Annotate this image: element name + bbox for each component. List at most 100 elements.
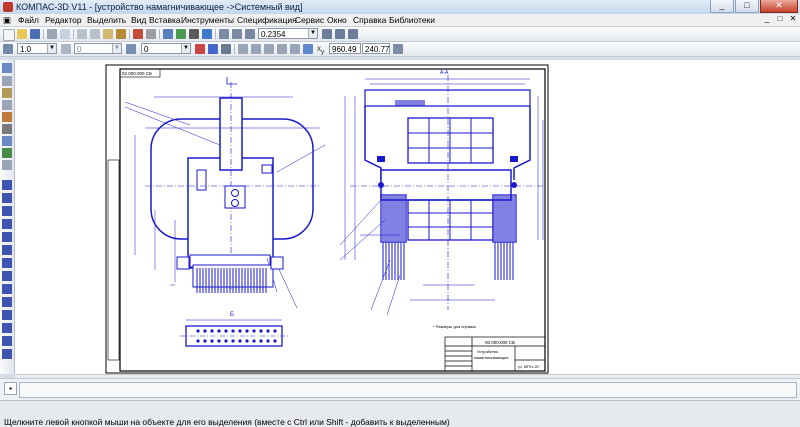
print-icon[interactable] bbox=[47, 29, 57, 39]
menu-editor[interactable]: Редактор bbox=[45, 14, 82, 26]
notation-icon[interactable] bbox=[2, 88, 12, 98]
core-body bbox=[187, 157, 274, 269]
menu-select[interactable]: Выделить bbox=[87, 14, 126, 26]
undo-icon[interactable] bbox=[133, 29, 143, 39]
refresh-icon[interactable] bbox=[335, 29, 345, 39]
menu-window[interactable]: Окно bbox=[327, 14, 347, 26]
property-field[interactable] bbox=[19, 382, 797, 398]
select-icon[interactable] bbox=[2, 136, 12, 146]
edit-icon[interactable] bbox=[2, 100, 12, 110]
chamfer-icon[interactable] bbox=[2, 310, 12, 320]
drawing-canvas[interactable]: 02.000.000 СБ Б А-А * Размеры для справо… bbox=[15, 60, 800, 374]
local-cs-icon[interactable] bbox=[290, 44, 300, 54]
rectangle-icon[interactable] bbox=[2, 245, 12, 255]
chevron-down-icon[interactable]: ▼ bbox=[47, 44, 56, 53]
library-manager-icon[interactable] bbox=[189, 29, 199, 39]
circle-icon[interactable] bbox=[2, 206, 12, 216]
variables-fx-icon[interactable] bbox=[176, 29, 186, 39]
layer-icon[interactable] bbox=[126, 44, 136, 54]
measure-icon[interactable] bbox=[2, 124, 12, 134]
kompas-app-icon[interactable] bbox=[3, 2, 13, 12]
menu-service[interactable]: Сервис bbox=[295, 14, 324, 26]
round-icon[interactable] bbox=[251, 44, 261, 54]
ortho-icon[interactable] bbox=[238, 44, 248, 54]
title-bar: КОМПАС-3D V11 - [устройство намагничиваю… bbox=[0, 0, 800, 15]
contour-icon[interactable] bbox=[2, 323, 12, 333]
spec-icon[interactable] bbox=[2, 148, 12, 158]
menu-file[interactable]: Файл bbox=[18, 14, 39, 26]
print-preview-icon[interactable] bbox=[60, 29, 70, 39]
hatch-icon[interactable] bbox=[2, 284, 12, 294]
magnet-snap-icon[interactable] bbox=[195, 44, 205, 54]
redo-icon[interactable] bbox=[146, 29, 156, 39]
drawing-sheet[interactable]: 02.000.000 СБ Б А-А * Размеры для справо… bbox=[15, 60, 800, 374]
geometry-icon[interactable] bbox=[2, 63, 12, 73]
state-icon[interactable] bbox=[61, 44, 71, 54]
fillet-icon[interactable] bbox=[2, 297, 12, 307]
zoom-window-icon[interactable] bbox=[219, 29, 229, 39]
paste-icon[interactable] bbox=[103, 29, 113, 39]
pin-icon[interactable]: ▪ bbox=[4, 382, 17, 395]
stamp-code: 02.000.000 СБ bbox=[122, 71, 152, 76]
ellipse-icon[interactable] bbox=[2, 232, 12, 242]
zoom-in-icon[interactable] bbox=[232, 29, 242, 39]
section-label: А-А bbox=[440, 70, 449, 76]
dimensions-icon[interactable] bbox=[2, 76, 12, 86]
new-document-icon[interactable] bbox=[3, 29, 15, 41]
scale-combo[interactable]: 1.0 ▼ bbox=[17, 43, 57, 54]
spline-icon[interactable] bbox=[2, 271, 12, 281]
chevron-down-icon[interactable]: ▼ bbox=[112, 44, 121, 53]
minimize-button[interactable]: _ bbox=[710, 0, 734, 13]
zoom-combo[interactable]: 0.2354 ▼ bbox=[258, 28, 318, 39]
save-icon[interactable] bbox=[30, 29, 40, 39]
view-label: Б bbox=[230, 312, 234, 318]
state-combo[interactable]: 0 ▼ bbox=[74, 43, 122, 54]
menu-doc-icon[interactable]: ▣ bbox=[3, 14, 11, 26]
chevron-down-icon[interactable]: ▼ bbox=[308, 29, 317, 38]
grid-icon[interactable] bbox=[221, 44, 231, 54]
menu-insert[interactable]: Вставка bbox=[149, 14, 181, 26]
parameters-icon[interactable] bbox=[2, 112, 12, 122]
open-folder-icon[interactable] bbox=[17, 29, 27, 39]
menu-view[interactable]: Вид bbox=[131, 14, 146, 26]
format-brush-icon[interactable] bbox=[116, 29, 126, 39]
line-style-icon[interactable] bbox=[3, 44, 13, 54]
menu-help[interactable]: Справка bbox=[353, 14, 386, 26]
current-state-toolbar: 1.0 ▼ 0 ▼ 0 ▼ xy 960.49 240.77 bbox=[0, 42, 800, 57]
point-icon[interactable] bbox=[2, 180, 12, 190]
standard-toolbar: 0.2354 ▼ bbox=[0, 27, 800, 42]
pan-icon[interactable] bbox=[322, 29, 332, 39]
title-name-line1: Устройство bbox=[477, 349, 499, 354]
coords-mode-icon[interactable] bbox=[393, 44, 403, 54]
equidistant-icon[interactable] bbox=[2, 336, 12, 346]
menu-specification[interactable]: Спецификация bbox=[237, 14, 297, 26]
show-all-icon[interactable] bbox=[348, 29, 358, 39]
cut-icon[interactable] bbox=[77, 29, 87, 39]
manager-icon[interactable] bbox=[163, 29, 173, 39]
help-icon[interactable] bbox=[202, 29, 212, 39]
reports-icon[interactable] bbox=[2, 160, 12, 170]
macro-icon[interactable] bbox=[2, 349, 12, 359]
close-button[interactable]: ✕ bbox=[760, 0, 798, 13]
coord-x-field[interactable]: 960.49 bbox=[329, 43, 361, 54]
arc-icon[interactable] bbox=[2, 219, 12, 229]
angle-snap-icon[interactable] bbox=[264, 44, 274, 54]
chevron-down-icon[interactable]: ▼ bbox=[181, 44, 190, 53]
doc-close-button[interactable]: ✕ bbox=[788, 14, 798, 24]
copy-icon[interactable] bbox=[90, 29, 100, 39]
menu-libraries[interactable]: Библиотеки bbox=[389, 14, 435, 26]
reverse-icon[interactable] bbox=[277, 44, 287, 54]
cursor-coords-icon[interactable] bbox=[303, 44, 313, 54]
local-snap-icon[interactable] bbox=[208, 44, 218, 54]
coord-y-value: 240.77 bbox=[365, 45, 390, 54]
layer-combo[interactable]: 0 ▼ bbox=[141, 43, 191, 54]
window-title: КОМПАС-3D V11 - [устройство намагничиваю… bbox=[16, 2, 303, 12]
polygon-icon[interactable] bbox=[2, 258, 12, 268]
doc-minimize-button[interactable]: _ bbox=[762, 14, 772, 24]
maximize-button[interactable]: □ bbox=[735, 0, 759, 13]
segment-icon[interactable] bbox=[2, 193, 12, 203]
zoom-out-icon[interactable] bbox=[245, 29, 255, 39]
doc-restore-button[interactable]: □ bbox=[775, 14, 785, 24]
coord-y-field[interactable]: 240.77 bbox=[362, 43, 390, 54]
menu-tools[interactable]: Инструменты bbox=[181, 14, 234, 26]
